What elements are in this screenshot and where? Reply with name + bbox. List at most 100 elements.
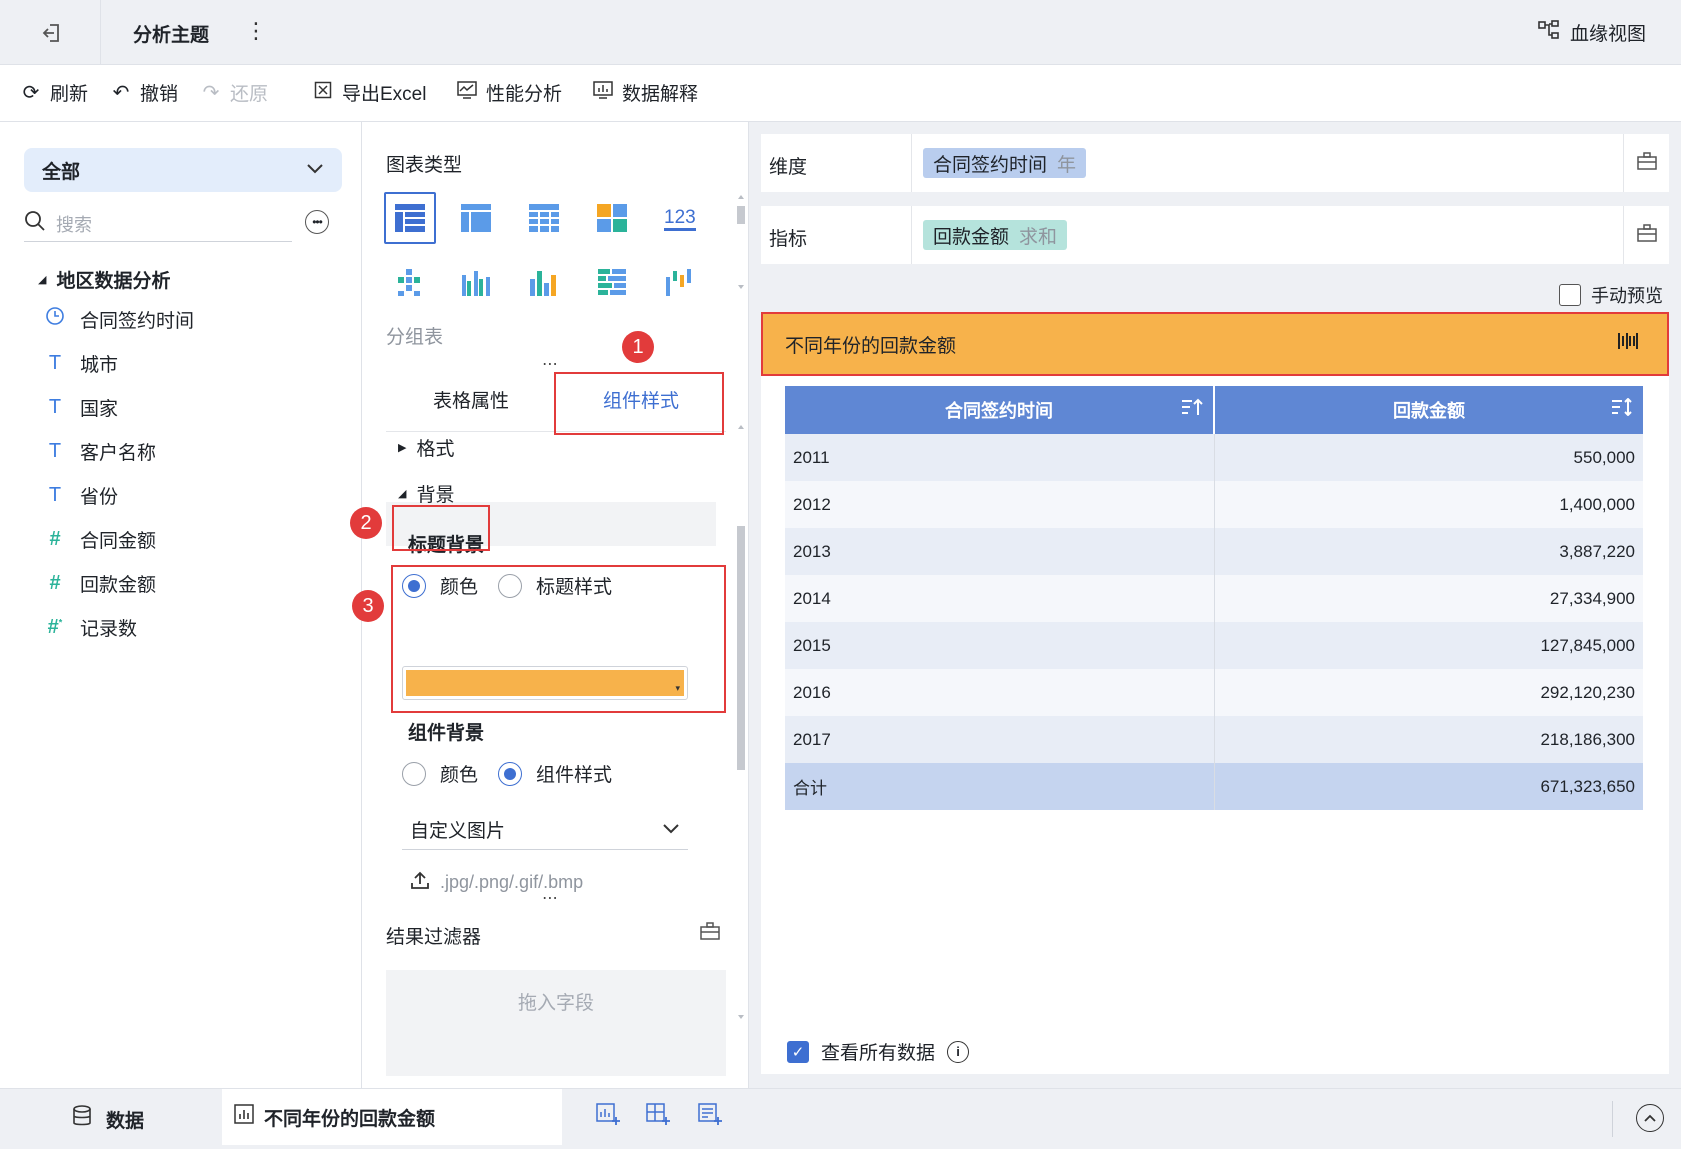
field-item-record-count[interactable]: #* 记录数	[44, 612, 137, 642]
info-icon[interactable]: i	[947, 1040, 970, 1063]
add-chart-icon[interactable]	[596, 1103, 620, 1131]
field-item-contract-date[interactable]: 合同签约时间	[44, 304, 194, 334]
table-header-row: 合同签约时间 回款金额	[785, 386, 1643, 434]
chart-title: 不同年份的回款金额	[785, 335, 957, 357]
sort-ascending-icon[interactable]	[1181, 398, 1203, 421]
chevron-up-icon[interactable]	[1636, 1104, 1664, 1132]
table-row: 2015 127,845,000	[785, 622, 1643, 669]
component-bg-color-radio[interactable]: 颜色	[402, 760, 478, 787]
scatter-table-icon[interactable]	[390, 262, 430, 302]
barcode-icon[interactable]	[1617, 332, 1639, 356]
horizontal-bar-icon[interactable]	[592, 262, 632, 302]
waterfall-chart-icon[interactable]	[660, 262, 700, 302]
radio-unchecked-icon	[402, 761, 426, 786]
shelf-settings-icon[interactable]	[1637, 224, 1657, 247]
field-label: 客户名称	[80, 442, 157, 464]
exit-icon[interactable]	[36, 18, 68, 48]
preview-panel: 维度 合同签约时间 年 指标 回款金额 求和 手动预览 不同年份的回款金额 合同…	[749, 122, 1681, 1088]
style-panel-scrollbar[interactable]	[734, 422, 748, 1022]
dimension-field-chip[interactable]: 合同签约时间 年	[923, 148, 1087, 178]
text-type-icon: T	[48, 395, 62, 418]
add-story-icon[interactable]	[698, 1103, 722, 1131]
annotation-badge: 2	[350, 507, 382, 539]
export-excel-button[interactable]: 导出Excel	[312, 79, 426, 106]
shelf-settings-icon[interactable]	[700, 922, 720, 945]
table-cell: 2016	[785, 669, 1215, 716]
radio-label: 颜色	[440, 765, 479, 786]
table-header-cell[interactable]: 合同签约时间	[785, 386, 1215, 434]
component-bg-heading: 组件背景	[408, 723, 485, 744]
detail-table-icon[interactable]	[524, 198, 564, 238]
dimension-shelf[interactable]: 维度 合同签约时间 年	[761, 134, 1669, 192]
background-section-label: 背景	[416, 485, 455, 506]
sort-icon[interactable]	[1611, 397, 1633, 421]
undo-button[interactable]: ↶ 撤销	[110, 79, 178, 106]
format-section[interactable]: ▶ 格式	[398, 434, 454, 461]
collapse-triangle-icon: ◢	[38, 274, 47, 286]
data-tab[interactable]: 数据	[72, 1105, 144, 1133]
manual-preview-checkbox[interactable]: 手动预览	[1559, 282, 1663, 308]
chip-label: 回款金额	[933, 226, 1010, 248]
chip-aggregation: 求和	[1019, 226, 1058, 248]
view-all-data-checkbox[interactable]: ✓ 查看所有数据 i	[787, 1038, 970, 1065]
more-options-icon[interactable]: •••	[305, 210, 329, 234]
measure-field-chip[interactable]: 回款金额 求和	[923, 220, 1068, 250]
data-explain-icon	[592, 80, 614, 105]
scope-select[interactable]: 全部	[24, 148, 342, 192]
field-item-payment-amount[interactable]: # 回款金额	[44, 568, 156, 598]
measure-shelf[interactable]: 指标 回款金额 求和	[761, 206, 1669, 264]
lineage-view-button[interactable]: 血缘视图	[1538, 19, 1646, 46]
group-table-icon[interactable]	[390, 198, 430, 238]
redo-button[interactable]: ↷ 还原	[200, 79, 268, 106]
background-section[interactable]: ◢ 背景	[398, 480, 454, 507]
field-item-country[interactable]: T 国家	[44, 392, 118, 422]
sheet-tab-label: 不同年份的回款金额	[264, 1108, 436, 1130]
resize-handle-icon[interactable]: ⋯	[542, 354, 559, 374]
checkbox-checked-icon: ✓	[787, 1040, 809, 1063]
field-item-city[interactable]: T 城市	[44, 348, 118, 378]
chart-type-scrollbar[interactable]	[734, 192, 748, 292]
chip-label: 合同签约时间	[933, 154, 1048, 176]
field-item-contract-amount[interactable]: # 合同金额	[44, 524, 156, 554]
grouped-bar-icon[interactable]	[456, 262, 496, 302]
table-header-cell[interactable]: 回款金额	[1214, 386, 1643, 434]
more-vertical-icon[interactable]: ⋮	[245, 18, 267, 44]
page-title: 分析主题	[133, 25, 210, 46]
component-bg-style-radio[interactable]: 组件样式	[498, 760, 612, 787]
cross-table-icon[interactable]	[456, 198, 496, 238]
field-label: 城市	[80, 354, 119, 376]
table-cell: 218,186,300	[1214, 716, 1643, 763]
kpi-card-icon[interactable]	[592, 198, 632, 238]
search-input[interactable]: 搜索	[24, 206, 292, 242]
filter-drop-zone[interactable]: 拖入字段	[386, 970, 726, 1076]
manual-preview-label: 手动预览	[1591, 286, 1663, 306]
number-type-icon: #	[49, 571, 61, 594]
chip-aggregation: 年	[1057, 154, 1077, 176]
excel-icon	[312, 81, 334, 105]
highlight-box-title-background	[391, 565, 726, 713]
data-explain-label: 数据解释	[622, 84, 699, 105]
table-row: 2013 3,887,220	[785, 528, 1643, 575]
data-explain-button[interactable]: 数据解释	[592, 79, 698, 106]
table-cell: 3,887,220	[1214, 528, 1643, 575]
field-item-province[interactable]: T 省份	[44, 480, 118, 510]
shelf-settings-icon[interactable]	[1637, 152, 1657, 175]
tab-table-properties[interactable]: 表格属性	[386, 384, 556, 420]
column-chart-icon[interactable]	[524, 262, 564, 302]
field-item-customer[interactable]: T 客户名称	[44, 436, 156, 466]
resize-handle-icon[interactable]: ⋯	[542, 888, 559, 908]
table-cell: 550,000	[1214, 434, 1643, 481]
refresh-button[interactable]: ⟳ 刷新	[20, 79, 88, 106]
expand-triangle-icon: ▶	[398, 442, 407, 454]
undo-icon: ↶	[112, 82, 130, 104]
number-card-icon[interactable]: 123	[660, 198, 700, 238]
dataset-title[interactable]: ◢ 地区数据分析	[38, 266, 170, 293]
sheet-tab[interactable]: 不同年份的回款金额	[222, 1089, 562, 1145]
performance-button[interactable]: 性能分析	[456, 79, 562, 106]
chart-title-bar[interactable]: 不同年份的回款金额	[761, 312, 1669, 376]
chevron-down-icon	[662, 819, 680, 841]
add-dashboard-icon[interactable]	[646, 1103, 670, 1131]
top-bar: 分析主题 ⋮ 血缘视图	[0, 0, 1681, 65]
background-image-select[interactable]: 自定义图片	[402, 810, 688, 850]
table-cell: 1,400,000	[1214, 481, 1643, 528]
